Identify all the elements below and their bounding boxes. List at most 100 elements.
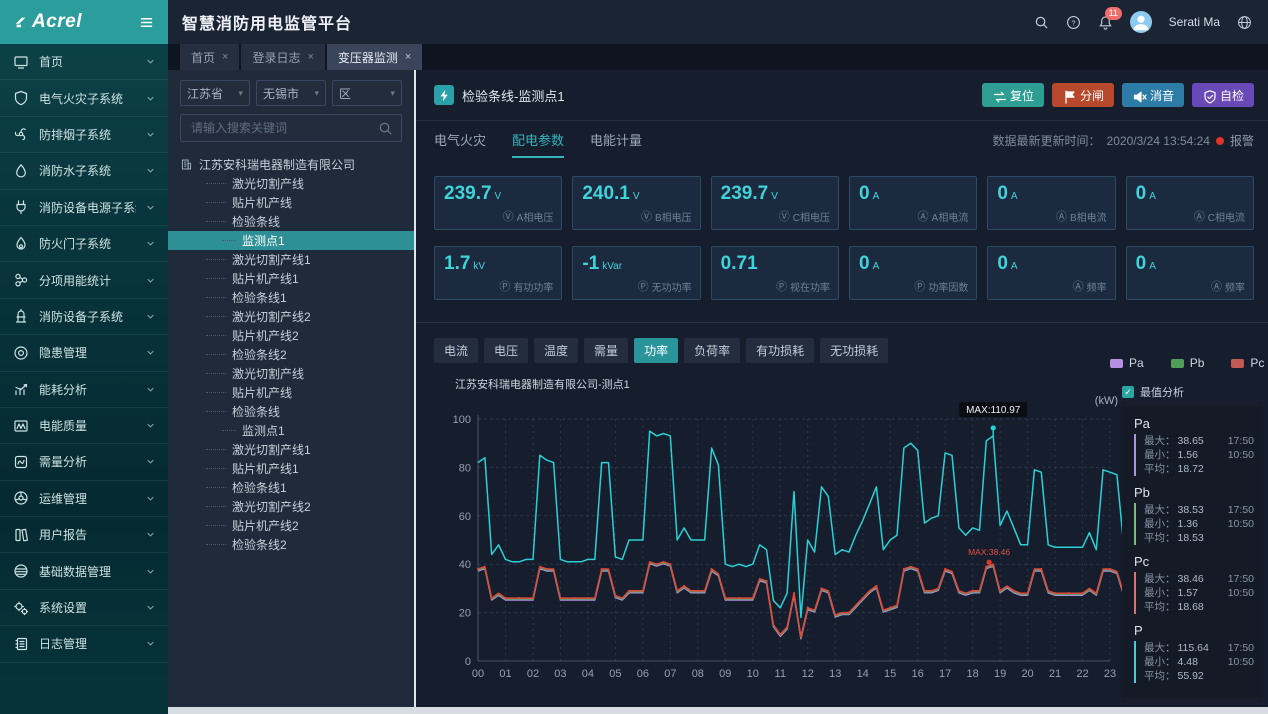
tree-node-16[interactable]: 贴片机产线1 — [180, 459, 402, 478]
sidebar-item-14[interactable]: 用户报告 — [0, 517, 168, 553]
sidebar-item-10[interactable]: 能耗分析 — [0, 372, 168, 408]
sidebar-item-6[interactable]: 防火门子系统 — [0, 226, 168, 262]
open-tab-3[interactable]: 变压器监测× — [327, 44, 422, 70]
sidebar-item-17[interactable]: 日志管理 — [0, 626, 168, 662]
tree-node-2[interactable]: 贴片机产线 — [180, 193, 402, 212]
tree-root-node[interactable]: 江苏安科瑞电器制造有限公司 — [180, 154, 402, 174]
sidebar-item-5[interactable]: 消防设备电源子系统 — [0, 190, 168, 226]
measure-chip-4[interactable]: 需量 — [584, 338, 628, 363]
tree-search-input[interactable] — [189, 120, 378, 136]
search-icon[interactable] — [1034, 15, 1049, 30]
tree-node-13[interactable]: 检验条线 — [180, 402, 402, 421]
tree-node-label: 监测点1 — [242, 232, 285, 249]
measure-chip-2[interactable]: 电压 — [484, 338, 528, 363]
sidebar-item-8[interactable]: 消防设备子系统 — [0, 299, 168, 335]
brand-logo-text: Acrel — [32, 11, 82, 33]
sidebar-item-9[interactable]: 隐患管理 — [0, 335, 168, 371]
avatar-icon — [1130, 11, 1152, 33]
avatar[interactable] — [1130, 11, 1152, 33]
chevron-down-icon — [146, 385, 155, 394]
measure-chip-6[interactable]: 负荷率 — [684, 338, 740, 363]
notifications[interactable]: 11 — [1098, 15, 1113, 30]
help-icon[interactable]: ? — [1066, 15, 1081, 30]
tree-node-17[interactable]: 检验条线1 — [180, 478, 402, 497]
sidebar-item-3[interactable]: 防排烟子系统 — [0, 117, 168, 153]
device-button-3[interactable]: 消音 — [1122, 83, 1184, 107]
tree-node-7[interactable]: 检验条线1 — [180, 288, 402, 307]
tree-search[interactable] — [180, 114, 402, 142]
sidebar-item-label: 运维管理 — [39, 490, 136, 507]
region-select-2[interactable]: 无锡市▾ — [256, 80, 326, 106]
divider — [416, 120, 1268, 121]
chevron-down-icon: ▾ — [238, 88, 243, 99]
sidebar-item-7[interactable]: 分项用能统计 — [0, 262, 168, 298]
device-button-2[interactable]: 分闸 — [1052, 83, 1114, 107]
hamburger-menu-icon[interactable] — [139, 15, 154, 30]
chevron-down-icon: ▾ — [314, 88, 319, 99]
tree-node-label: 检验条线 — [232, 213, 280, 230]
tree-node-20[interactable]: 检验条线2 — [180, 535, 402, 554]
tree-node-6[interactable]: 贴片机产线1 — [180, 269, 402, 288]
open-tab-1[interactable]: 首页× — [180, 44, 239, 70]
close-tab-icon[interactable]: × — [307, 51, 313, 63]
tree-search-icon[interactable] — [378, 121, 393, 136]
tree-node-5[interactable]: 激光切割产线1 — [180, 250, 402, 269]
tree-node-8[interactable]: 激光切割产线2 — [180, 307, 402, 326]
region-select-1[interactable]: 江苏省▾ — [180, 80, 250, 106]
metric-label: 功率因数 — [928, 279, 968, 294]
stat-row: 平均：18.72 — [1144, 462, 1254, 476]
close-tab-icon[interactable]: × — [405, 51, 411, 63]
measure-chip-3[interactable]: 温度 — [534, 338, 578, 363]
device-button-1[interactable]: 复位 — [982, 83, 1044, 107]
sidebar-item-1[interactable]: 首页 — [0, 44, 168, 80]
tree-node-10[interactable]: 检验条线2 — [180, 345, 402, 364]
legend-item-Pa[interactable]: Pa — [1110, 356, 1144, 370]
legend-item-Pc[interactable]: Pc — [1231, 356, 1264, 370]
tree-node-12[interactable]: 贴片机产线 — [180, 383, 402, 402]
metric-card-11: 0A Ⓐ频率 — [987, 246, 1115, 300]
measure-filter-chips: 电流电压温度需量功率负荷率有功损耗无功损耗 — [434, 338, 888, 363]
sidebar-item-15[interactable]: 基础数据管理 — [0, 553, 168, 589]
detail-tab-1[interactable]: 电气火灾 — [434, 130, 486, 158]
tree-node-3[interactable]: 检验条线 — [180, 212, 402, 231]
detail-tab-3[interactable]: 电能计量 — [590, 130, 642, 158]
measure-chip-1[interactable]: 电流 — [434, 338, 478, 363]
device-button-4[interactable]: 自检 — [1192, 83, 1254, 107]
detail-tab-2[interactable]: 配电参数 — [512, 130, 564, 158]
sidebar-item-13[interactable]: 运维管理 — [0, 481, 168, 517]
metric-card-12: 0A Ⓐ频率 — [1126, 246, 1254, 300]
measure-chip-8[interactable]: 无功损耗 — [820, 338, 888, 363]
measure-chip-7[interactable]: 有功损耗 — [746, 338, 814, 363]
metric-letter-icon: Ⓐ — [1194, 208, 1205, 224]
sidebar-item-11[interactable]: 电能质量 — [0, 408, 168, 444]
sidebar-item-label: 消防设备子系统 — [39, 308, 136, 325]
measure-chip-5[interactable]: 功率 — [634, 338, 678, 363]
tree-node-label: 检验条线2 — [232, 536, 287, 553]
sidebar-item-2[interactable]: 电气火灾子系统 — [0, 80, 168, 116]
tree-node-11[interactable]: 激光切割产线 — [180, 364, 402, 383]
tree-node-9[interactable]: 贴片机产线2 — [180, 326, 402, 345]
region-select-3[interactable]: 区▾ — [332, 80, 402, 106]
tree-node-15[interactable]: 激光切割产线1 — [180, 440, 402, 459]
tree-node-1[interactable]: 激光切割产线 — [180, 174, 402, 193]
page-title: 智慧消防用电监管平台 — [182, 10, 352, 34]
checkbox-checked-icon: ✓ — [1122, 386, 1134, 398]
tree-node-19[interactable]: 贴片机产线2 — [180, 516, 402, 535]
tree-node-14[interactable]: 监测点1 — [180, 421, 402, 440]
sidebar-item-12[interactable]: 需量分析 — [0, 444, 168, 480]
alarm-dot — [1216, 137, 1224, 145]
legend-item-Pb[interactable]: Pb — [1171, 356, 1205, 370]
username[interactable]: Serati Ma — [1169, 15, 1220, 29]
target-icon — [13, 345, 29, 361]
tree-node-4[interactable]: 监测点1 — [168, 231, 414, 250]
language-globe-icon[interactable] — [1237, 15, 1252, 30]
sidebar-item-4[interactable]: 消防水子系统 — [0, 153, 168, 189]
sidebar-item-16[interactable]: 系统设置 — [0, 590, 168, 626]
close-tab-icon[interactable]: × — [222, 51, 228, 63]
max-analysis-checkbox[interactable]: ✓ 最值分析 — [1122, 384, 1184, 400]
metric-card-3: 239.7V ⓋC相电压 — [711, 176, 839, 230]
open-tab-2[interactable]: 登录日志× — [241, 44, 324, 70]
tree-node-18[interactable]: 激光切割产线2 — [180, 497, 402, 516]
chevron-down-icon — [146, 276, 155, 285]
horizontal-scrollbar[interactable] — [168, 707, 1268, 714]
